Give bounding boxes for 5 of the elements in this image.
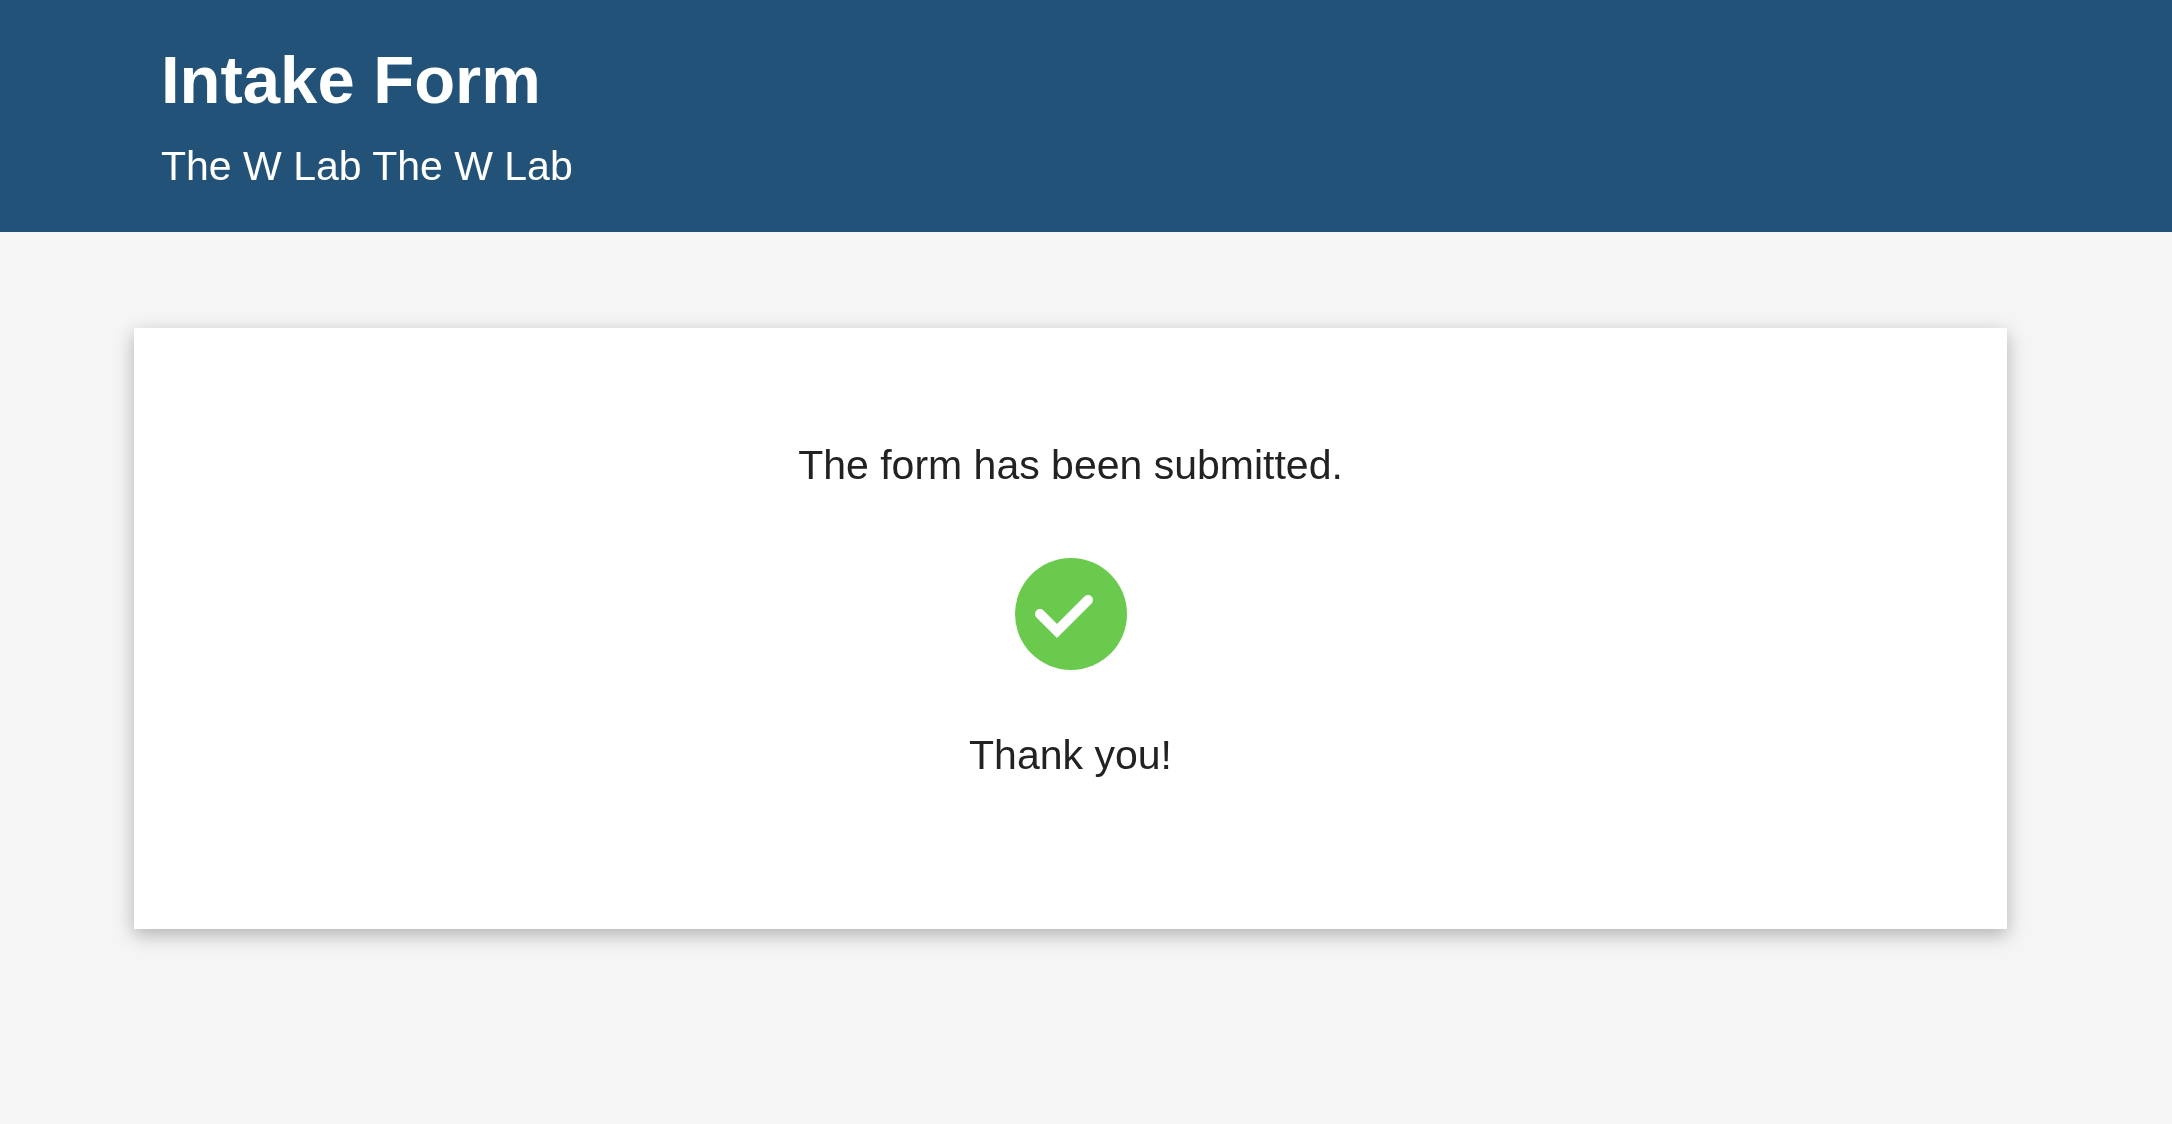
thank-you-text: Thank you! [969, 731, 1172, 781]
form-title: Intake Form [161, 41, 541, 119]
organization-name: The W Lab The W Lab [161, 142, 573, 192]
success-check-icon [1014, 558, 1127, 671]
submitted-message: The form has been submitted. [798, 441, 1343, 490]
